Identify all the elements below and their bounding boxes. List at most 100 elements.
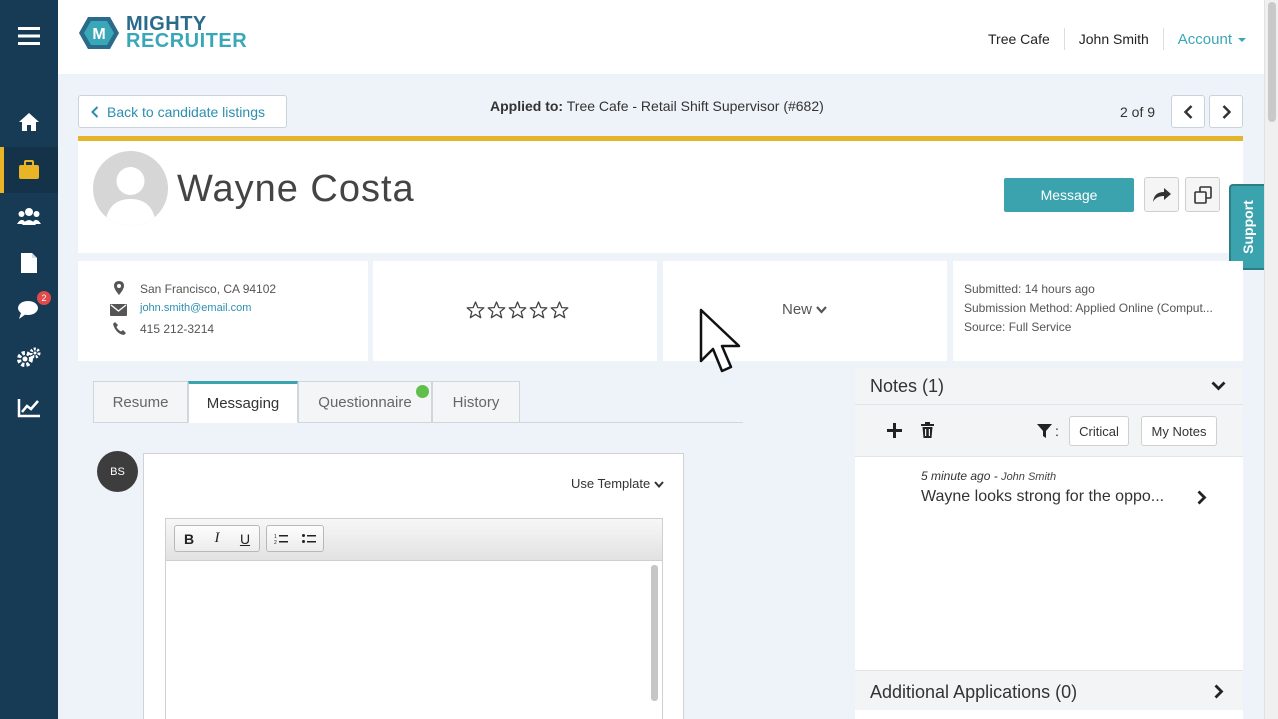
- logo-line2: RECRUITER: [126, 30, 248, 52]
- tab-history[interactable]: History: [432, 381, 520, 423]
- applied-job[interactable]: Tree Cafe - Retail Shift Supervisor (#68…: [567, 98, 824, 114]
- underline-button[interactable]: U: [231, 526, 259, 551]
- chevron-down-icon: [654, 481, 664, 489]
- editor-scrollbar[interactable]: [651, 565, 658, 701]
- candidate-avatar: [93, 151, 168, 226]
- pager-count: 2 of 9: [1120, 104, 1156, 120]
- notes-header[interactable]: Notes (1): [855, 368, 1243, 405]
- underline-icon: U: [239, 530, 251, 547]
- previous-candidate-button[interactable]: [1171, 95, 1205, 128]
- use-template-dropdown[interactable]: Use Template: [571, 476, 664, 491]
- copy-icon: [1193, 185, 1212, 204]
- bullet-list-icon: [302, 533, 316, 543]
- company-name[interactable]: Tree Cafe: [988, 31, 1050, 47]
- user-name[interactable]: John Smith: [1079, 31, 1149, 47]
- users-icon: [17, 208, 41, 225]
- star-icon[interactable]: [529, 301, 548, 319]
- status-value: New: [782, 301, 813, 318]
- bold-button[interactable]: B: [175, 526, 203, 551]
- filter-separator: :: [1055, 423, 1059, 439]
- note-meta: 5 minute ago - John Smith: [921, 469, 1057, 483]
- message-composer: Use Template B I U 12: [143, 453, 684, 719]
- forward-button[interactable]: [1144, 177, 1179, 212]
- contact-info-box: San Francisco, CA 94102 john.smith@email…: [78, 261, 368, 361]
- left-sidebar: 2: [0, 0, 58, 719]
- account-label: Account: [1177, 30, 1232, 48]
- chevron-left-icon: [1183, 104, 1192, 119]
- additional-applications-header[interactable]: Additional Applications (0): [855, 670, 1243, 710]
- editor-toolbar: B I U 12: [166, 519, 662, 561]
- copy-button[interactable]: [1185, 177, 1220, 212]
- sidebar-item-reports[interactable]: [0, 385, 58, 431]
- candidate-tabs: Resume Messaging Questionnaire History: [93, 381, 520, 423]
- menu-button[interactable]: [0, 13, 58, 59]
- menu-icon: [18, 27, 40, 45]
- map-marker-icon: [114, 281, 124, 295]
- message-button[interactable]: Message: [1004, 178, 1134, 212]
- sender-avatar: BS: [97, 451, 138, 492]
- applied-label: Applied to:: [490, 98, 564, 114]
- sidebar-item-jobs[interactable]: [0, 147, 58, 193]
- support-tab[interactable]: Support: [1229, 184, 1264, 270]
- share-icon: [1152, 187, 1171, 202]
- settings-icon: [17, 347, 41, 367]
- sidebar-item-settings[interactable]: [0, 334, 58, 380]
- note-time: 5 minute ago: [921, 469, 991, 483]
- star-icon[interactable]: [550, 301, 569, 319]
- bullet-list-button[interactable]: [295, 526, 323, 551]
- star-icon[interactable]: [466, 301, 485, 319]
- trash-icon[interactable]: [921, 422, 934, 438]
- italic-button[interactable]: I: [203, 526, 231, 551]
- note-text[interactable]: Wayne looks strong for the oppo...: [921, 488, 1164, 506]
- chevron-right-icon[interactable]: [1197, 490, 1207, 505]
- candidate-email[interactable]: john.smith@email.com: [140, 302, 251, 314]
- chevron-down-icon: [1211, 381, 1226, 391]
- envelope-icon: [110, 304, 127, 316]
- divider: [1162, 28, 1164, 50]
- support-label: Support: [1239, 200, 1256, 254]
- filter-my-notes-button[interactable]: My Notes: [1141, 416, 1217, 446]
- submission-source: Source: Full Service: [964, 320, 1072, 334]
- sidebar-item-home[interactable]: [0, 99, 58, 145]
- add-note-icon[interactable]: [887, 423, 902, 438]
- star-icon[interactable]: [508, 301, 527, 319]
- format-group: B I U: [174, 525, 260, 552]
- status-dropdown[interactable]: New: [782, 301, 828, 318]
- chevron-right-icon: [1214, 684, 1224, 699]
- tab-questionnaire[interactable]: Questionnaire: [298, 381, 432, 423]
- star-icon[interactable]: [487, 301, 506, 319]
- submission-method: Submission Method: Applied Online (Compu…: [964, 301, 1213, 315]
- star-rating[interactable]: [466, 301, 569, 319]
- ordered-list-button[interactable]: 12: [267, 526, 295, 551]
- svg-text:M: M: [92, 26, 105, 43]
- candidate-phone: 415 212-3214: [140, 322, 215, 336]
- notes-toolbar: : Critical My Notes: [855, 405, 1243, 457]
- note-author: John Smith: [1001, 471, 1057, 483]
- top-header: M MIGHTY RECRUITER Tree Cafe John Smith …: [58, 0, 1264, 74]
- back-to-listings-button[interactable]: Back to candidate listings: [78, 95, 287, 128]
- bold-icon: B: [183, 530, 195, 547]
- sidebar-item-documents[interactable]: [0, 240, 58, 286]
- logo[interactable]: M MIGHTY RECRUITER: [78, 14, 248, 52]
- list-group: 12: [266, 525, 324, 552]
- mouse-cursor-icon: [699, 308, 741, 373]
- user-silhouette-icon: [105, 167, 156, 226]
- message-editor[interactable]: B I U 12: [165, 518, 663, 719]
- tab-resume[interactable]: Resume: [93, 381, 188, 423]
- home-icon: [19, 113, 39, 131]
- next-candidate-button[interactable]: [1209, 95, 1243, 128]
- filter-icon[interactable]: [1037, 424, 1052, 438]
- sidebar-item-messages[interactable]: 2: [0, 287, 58, 333]
- notes-title: Notes (1): [870, 376, 945, 396]
- page-scrollbar[interactable]: [1264, 0, 1278, 719]
- chart-icon: [17, 399, 40, 418]
- chevron-left-icon: [91, 105, 99, 118]
- sidebar-item-candidates[interactable]: [0, 193, 58, 239]
- chevron-down-icon: [816, 306, 828, 314]
- tab-messaging[interactable]: Messaging: [188, 381, 298, 423]
- filter-critical-button[interactable]: Critical: [1069, 416, 1129, 446]
- chat-icon: [18, 301, 38, 319]
- account-menu[interactable]: Account: [1178, 31, 1246, 48]
- phone-icon: [113, 322, 126, 335]
- scrollbar-thumb[interactable]: [1268, 2, 1276, 122]
